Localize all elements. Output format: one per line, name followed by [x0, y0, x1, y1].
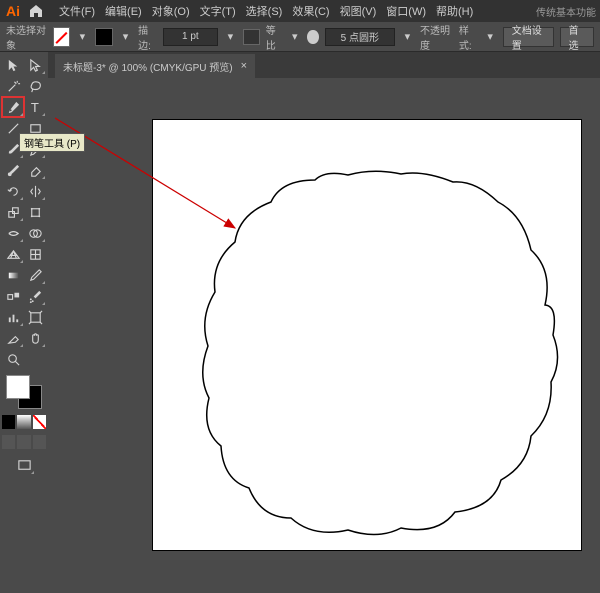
eraser-tool[interactable]	[24, 160, 46, 180]
screen-mode-icon[interactable]	[13, 455, 35, 475]
eyedropper-tool[interactable]	[24, 265, 46, 285]
document-tab[interactable]: 未标题-3* @ 100% (CMYK/GPU 预览) ×	[55, 54, 255, 78]
menu-file[interactable]: 文件(F)	[54, 3, 100, 19]
fill-color-swatch[interactable]	[6, 375, 30, 399]
canvas-area[interactable]	[55, 78, 600, 593]
blob-brush-tool[interactable]	[2, 160, 24, 180]
uniform-label[interactable]: 等比	[266, 22, 282, 52]
mesh-tool[interactable]	[24, 244, 46, 264]
toolbox: T	[0, 52, 48, 479]
scale-tool[interactable]	[2, 202, 24, 222]
tool-tooltip: 钢笔工具 (P)	[19, 133, 85, 152]
fill-dropdown-icon[interactable]: ▾	[76, 29, 89, 45]
no-selection-label: 未选择对象	[6, 22, 47, 52]
uniform-dd-icon[interactable]: ▾	[288, 29, 301, 45]
none-mode-icon[interactable]	[33, 415, 46, 429]
width-tool[interactable]	[2, 223, 24, 243]
slice-tool[interactable]	[2, 328, 24, 348]
reflect-tool[interactable]	[24, 181, 46, 201]
document-tab-bar: 未标题-3* @ 100% (CMYK/GPU 预览) ×	[0, 52, 600, 78]
artboard[interactable]	[153, 120, 581, 550]
type-tool[interactable]: T	[24, 97, 46, 117]
stroke-weight-dd-icon[interactable]: ▾	[224, 29, 237, 45]
artboard-tool[interactable]	[24, 307, 46, 327]
column-graph-tool[interactable]	[2, 307, 24, 327]
home-icon[interactable]	[28, 3, 44, 19]
doc-setup-button[interactable]: 文档设置	[503, 27, 554, 47]
style-dd-icon[interactable]: ▾	[484, 29, 497, 45]
draw-normal-icon[interactable]	[2, 435, 15, 449]
menu-type[interactable]: 文字(T)	[195, 3, 241, 19]
brush-dot-icon[interactable]	[307, 30, 319, 44]
menu-help[interactable]: 帮助(H)	[431, 3, 478, 19]
brush-input[interactable]	[325, 28, 395, 46]
lasso-tool[interactable]	[24, 76, 46, 96]
stroke-weight-input[interactable]	[163, 28, 218, 46]
rotate-tool[interactable]	[2, 181, 24, 201]
stroke-swatch[interactable]	[95, 28, 113, 46]
selection-tool[interactable]	[2, 55, 24, 75]
menu-select[interactable]: 选择(S)	[241, 3, 288, 19]
gradient-mode-icon[interactable]	[17, 415, 30, 429]
menu-bar: Ai 文件(F) 编辑(E) 对象(O) 文字(T) 选择(S) 效果(C) 视…	[0, 0, 600, 22]
magic-wand-tool[interactable]	[2, 76, 24, 96]
workspace-label[interactable]: 传统基本功能	[536, 4, 596, 19]
perspective-grid-tool[interactable]	[2, 244, 24, 264]
tab-title: 未标题-3* @ 100% (CMYK/GPU 预览)	[63, 59, 233, 74]
color-mode-icon[interactable]	[2, 415, 15, 429]
draw-inside-icon[interactable]	[33, 435, 46, 449]
profile-swatch[interactable]	[243, 29, 260, 45]
zoom-tool[interactable]	[2, 349, 24, 369]
fill-swatch[interactable]	[53, 27, 70, 47]
options-bar: 未选择对象 ▾ ▾ 描边: ▾ 等比 ▾ ▾ 不透明度 样式: ▾ 文档设置 首…	[0, 22, 600, 52]
brush-dd-icon[interactable]: ▾	[401, 29, 414, 45]
tab-close-icon[interactable]: ×	[241, 60, 247, 72]
hand-tool[interactable]	[24, 328, 46, 348]
draw-behind-icon[interactable]	[17, 435, 30, 449]
menu-effect[interactable]: 效果(C)	[287, 3, 334, 19]
prefs-button[interactable]: 首选	[560, 27, 594, 47]
direct-selection-tool[interactable]	[24, 55, 46, 75]
menu-window[interactable]: 窗口(W)	[381, 3, 431, 19]
gradient-tool[interactable]	[2, 265, 24, 285]
menu-view[interactable]: 视图(V)	[335, 3, 382, 19]
blend-tool[interactable]	[2, 286, 24, 306]
menu-edit[interactable]: 编辑(E)	[100, 3, 147, 19]
menu-object[interactable]: 对象(O)	[147, 3, 195, 19]
drawn-shape	[153, 120, 581, 550]
fill-stroke-swatches[interactable]	[4, 373, 44, 411]
free-transform-tool[interactable]	[24, 202, 46, 222]
app-logo: Ai	[4, 3, 22, 19]
stroke-label: 描边:	[138, 22, 157, 52]
stroke-dropdown-icon[interactable]: ▾	[119, 29, 132, 45]
pen-tool[interactable]	[2, 97, 24, 117]
opacity-label[interactable]: 不透明度	[420, 22, 453, 52]
style-label[interactable]: 样式:	[459, 22, 478, 52]
svg-text:T: T	[30, 100, 38, 115]
empty-tool-slot	[24, 349, 46, 369]
symbol-sprayer-tool[interactable]	[24, 286, 46, 306]
shape-builder-tool[interactable]	[24, 223, 46, 243]
